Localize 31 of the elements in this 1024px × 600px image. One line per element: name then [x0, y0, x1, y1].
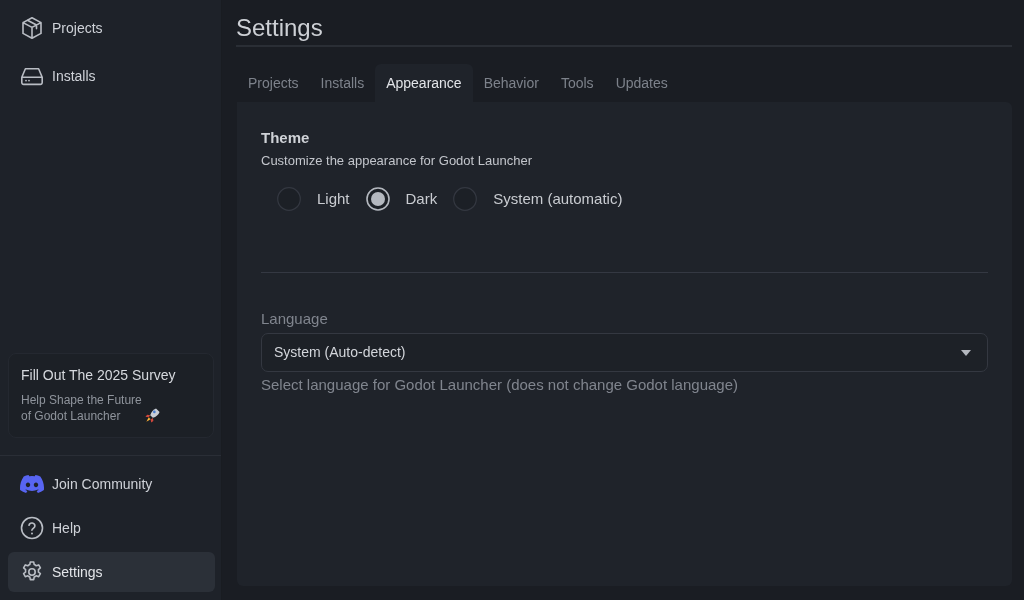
settings-tab[interactable]: Updates: [604, 64, 679, 102]
radio-label[interactable]: Dark: [405, 187, 438, 211]
sidebar-item[interactable]: Help: [8, 508, 215, 548]
radio-button[interactable]: [365, 187, 390, 211]
survey-text: Help Shape the Future of Godot Launcher: [21, 392, 142, 424]
settings-tab[interactable]: Appearance: [375, 64, 473, 102]
help-text: Select language for Godot Launcher (does not change Godot language): [261, 376, 739, 394]
sidebar-item[interactable]: Installs: [8, 56, 215, 96]
chat-logo-icon: [20, 472, 44, 496]
language-dropdown[interactable]: System (Auto-detect): [261, 333, 988, 372]
settings-tab[interactable]: Tools: [549, 64, 605, 102]
field-label: Language: [261, 310, 329, 328]
section-description: Customize the appearance for Godot Launcher: [261, 153, 533, 169]
radio-label[interactable]: Light: [317, 187, 350, 211]
cube-icon: [20, 16, 44, 40]
sidebar-item[interactable]: Join Community: [8, 464, 215, 504]
survey-card[interactable]: Fill Out The 2025 Survey Help Shape the Future of Godot Launcher: [8, 353, 214, 438]
survey-title: Fill Out The 2025 Survey: [21, 366, 177, 384]
settings-tab[interactable]: Behavior: [472, 64, 550, 102]
help-icon: [20, 516, 44, 540]
radio-label[interactable]: System (automatic): [493, 187, 623, 211]
rocket-icon: [144, 408, 160, 423]
sidebar-item[interactable]: Projects: [8, 8, 215, 48]
section-title: Theme: [261, 129, 311, 147]
sidebar-item[interactable]: Settings: [8, 552, 215, 592]
page-title: Settings: [236, 14, 324, 43]
radio-button[interactable]: [277, 187, 301, 211]
radio-button[interactable]: [453, 187, 478, 211]
settings-tab[interactable]: Projects: [237, 64, 310, 102]
settings-tab[interactable]: Installs: [309, 64, 376, 102]
caret-icon: [961, 349, 971, 356]
